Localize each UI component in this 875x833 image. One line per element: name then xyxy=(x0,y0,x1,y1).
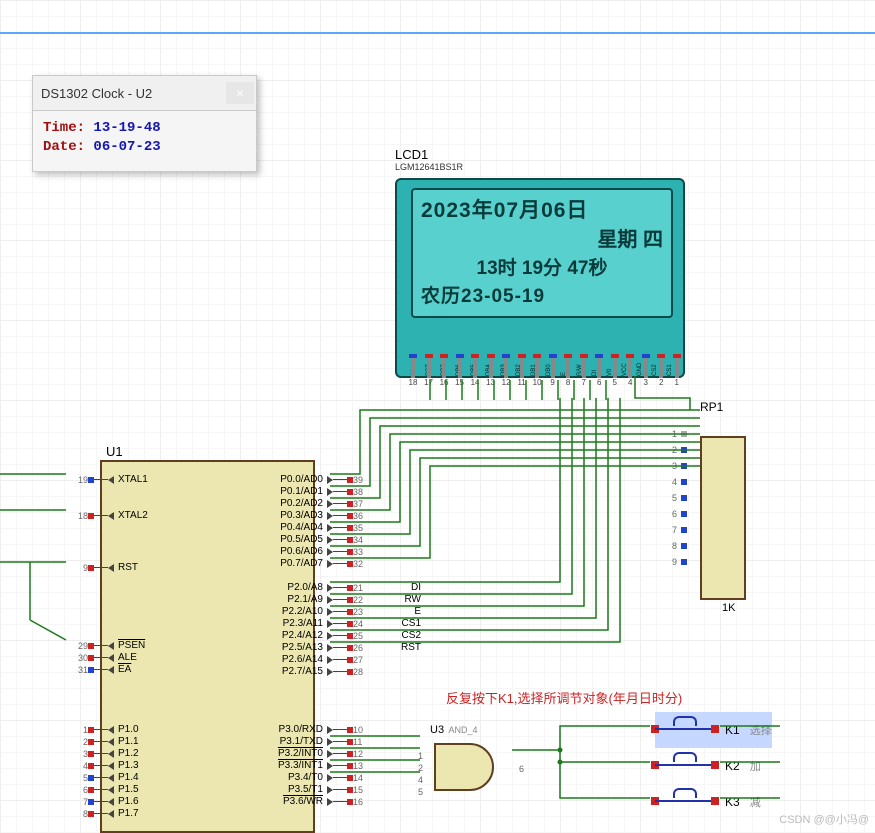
debug-clock-popup[interactable]: DS1302 Clock - U2 × Time: 13-19-48 Date:… xyxy=(32,75,257,172)
u1-pin-right: 38P0.1/AD1 xyxy=(98,486,373,497)
lcd-pin: 1 xyxy=(671,358,683,398)
push-button-k3[interactable]: K3减 xyxy=(655,784,772,820)
popup-body: Time: 13-19-48 Date: 06-07-23 xyxy=(33,110,256,171)
rp1-pin: 4 xyxy=(672,474,687,490)
lcd-pin: 14 xyxy=(469,358,481,398)
lcd-ref: LCD1 xyxy=(395,148,685,162)
close-icon[interactable]: × xyxy=(226,82,254,104)
u1-pin-right: 16P3.6/WR xyxy=(98,796,373,807)
u1-pin-right: 15P3.5/T1 xyxy=(98,784,373,795)
u1-pin-right: 26P2.5/A13RST xyxy=(98,642,373,653)
lcd-line-lunar: 农历23-05-19 xyxy=(421,283,663,311)
time-label: Time: xyxy=(43,120,85,136)
date-value: 06-07-23 xyxy=(93,139,160,155)
lcd-part: LGM12641BS1R xyxy=(395,162,685,172)
lcd-pin: 5 xyxy=(609,358,621,398)
u1-pin-right: 11P3.1/TXD xyxy=(98,736,373,747)
u1-pin-right: 35P0.4/AD4 xyxy=(98,522,373,533)
u1-pin-right: 39P0.0/AD0 xyxy=(98,474,373,485)
u1-pin-right: 14P3.4/T0 xyxy=(98,772,373,783)
u1-pin-right: 12P3.2/INT0 xyxy=(98,748,373,759)
lcd-pin: 17 xyxy=(423,358,435,398)
u1-pin-right: 25P2.4/A12CS2 xyxy=(98,630,373,641)
rp1-ref: RP1 xyxy=(700,400,746,414)
rp1-value: 1K xyxy=(722,602,735,614)
rp1-pin: 7 xyxy=(672,522,687,538)
rp1-pin: 3 xyxy=(672,458,687,474)
u1-pin-right: 34P0.5/AD5 xyxy=(98,534,373,545)
lcd-pin: 13 xyxy=(485,358,497,398)
rp1-pin: 8 xyxy=(672,538,687,554)
lcd-pin: 16 xyxy=(438,358,450,398)
lcd-pin: 3 xyxy=(640,358,652,398)
lcd-line-time: 13时 19分 47秒 xyxy=(421,255,663,283)
lcd-pin: 4 xyxy=(624,358,636,398)
lcd-pin: 12 xyxy=(500,358,512,398)
lcd-pin: 11 xyxy=(516,358,528,398)
u1-pin-right: 32P0.7/AD7 xyxy=(98,558,373,569)
push-button-k2[interactable]: K2加 xyxy=(655,748,772,784)
u1-pin-right: 23P2.2/A10E xyxy=(98,606,373,617)
u1-pin-right: 33P0.6/AD6 xyxy=(98,546,373,557)
date-label: Date: xyxy=(43,139,85,155)
u1-pin-right: 24P2.3/A11CS1 xyxy=(98,618,373,629)
u1-pin-right: 22P2.1/A9RW xyxy=(98,594,373,605)
rp1-pin: 2 xyxy=(672,442,687,458)
u3-input-pins: 1245 xyxy=(418,750,423,798)
watermark: CSDN @@小冯@ xyxy=(779,811,869,827)
push-button-k1[interactable]: K1选择 xyxy=(655,712,772,748)
u1-pin-right: 28P2.7/A15 xyxy=(98,666,373,677)
u3-ref: U3 xyxy=(430,724,444,736)
hint-text: 反复按下K1,选择所调节对象(年月日时分) xyxy=(446,688,682,707)
component-lcd1[interactable]: LCD1 LGM12641BS1R 2023年07月06日 星期 四 13时 1… xyxy=(395,148,685,378)
lcd-pin-row: 181716151413121110987654321 xyxy=(407,358,683,398)
component-u3[interactable]: U3 AND_4 1245 6 xyxy=(430,720,510,792)
lcd-line-date: 2023年07月06日 xyxy=(421,196,663,226)
lcd-screen: 2023年07月06日 星期 四 13时 19分 47秒 农历23-05-19 xyxy=(411,188,673,318)
lcd-pin: 8 xyxy=(562,358,574,398)
u1-pin-right: 27P2.6/A14 xyxy=(98,654,373,665)
lcd-pin: 2 xyxy=(655,358,667,398)
u1-pin-right: 37P0.2/AD2 xyxy=(98,498,373,509)
u1-pin-right: 21P2.0/A8DI xyxy=(98,582,373,593)
lcd-pin: 7 xyxy=(578,358,590,398)
component-u1[interactable]: U1 19XTAL118XTAL29RST29PSEN30ALE31EA1P1.… xyxy=(100,460,315,833)
rp1-pins: 123456789 xyxy=(672,426,687,570)
rp1-pin: 1 xyxy=(672,426,687,442)
lcd-pin: 10 xyxy=(531,358,543,398)
u1-pin-right: 13P3.3/INT1 xyxy=(98,760,373,771)
lcd-pin: 18 xyxy=(407,358,419,398)
u1-pin-left: 8P1.7 xyxy=(68,808,314,819)
lcd-pin: 6 xyxy=(593,358,605,398)
rp1-pin: 6 xyxy=(672,506,687,522)
time-value: 13-19-48 xyxy=(93,120,160,136)
component-rp1[interactable]: RP1 123456789 1K xyxy=(700,400,746,600)
u1-pin-right: 10P3.0/RXD xyxy=(98,724,373,735)
u1-ref: U1 xyxy=(106,444,123,459)
u3-part: AND_4 xyxy=(449,725,478,735)
push-buttons: K1选择K2加K3减 xyxy=(655,712,772,820)
lcd-pin: 9 xyxy=(547,358,559,398)
popup-title: DS1302 Clock - U2 xyxy=(41,86,152,101)
page-divider xyxy=(0,32,875,34)
u1-pin-right: 36P0.3/AD3 xyxy=(98,510,373,521)
lcd-line-weekday: 星期 四 xyxy=(421,226,663,255)
u3-output-pin: 6 xyxy=(519,764,524,774)
rp1-pin: 5 xyxy=(672,490,687,506)
rp1-pin: 9 xyxy=(672,554,687,570)
lcd-pin: 15 xyxy=(454,358,466,398)
